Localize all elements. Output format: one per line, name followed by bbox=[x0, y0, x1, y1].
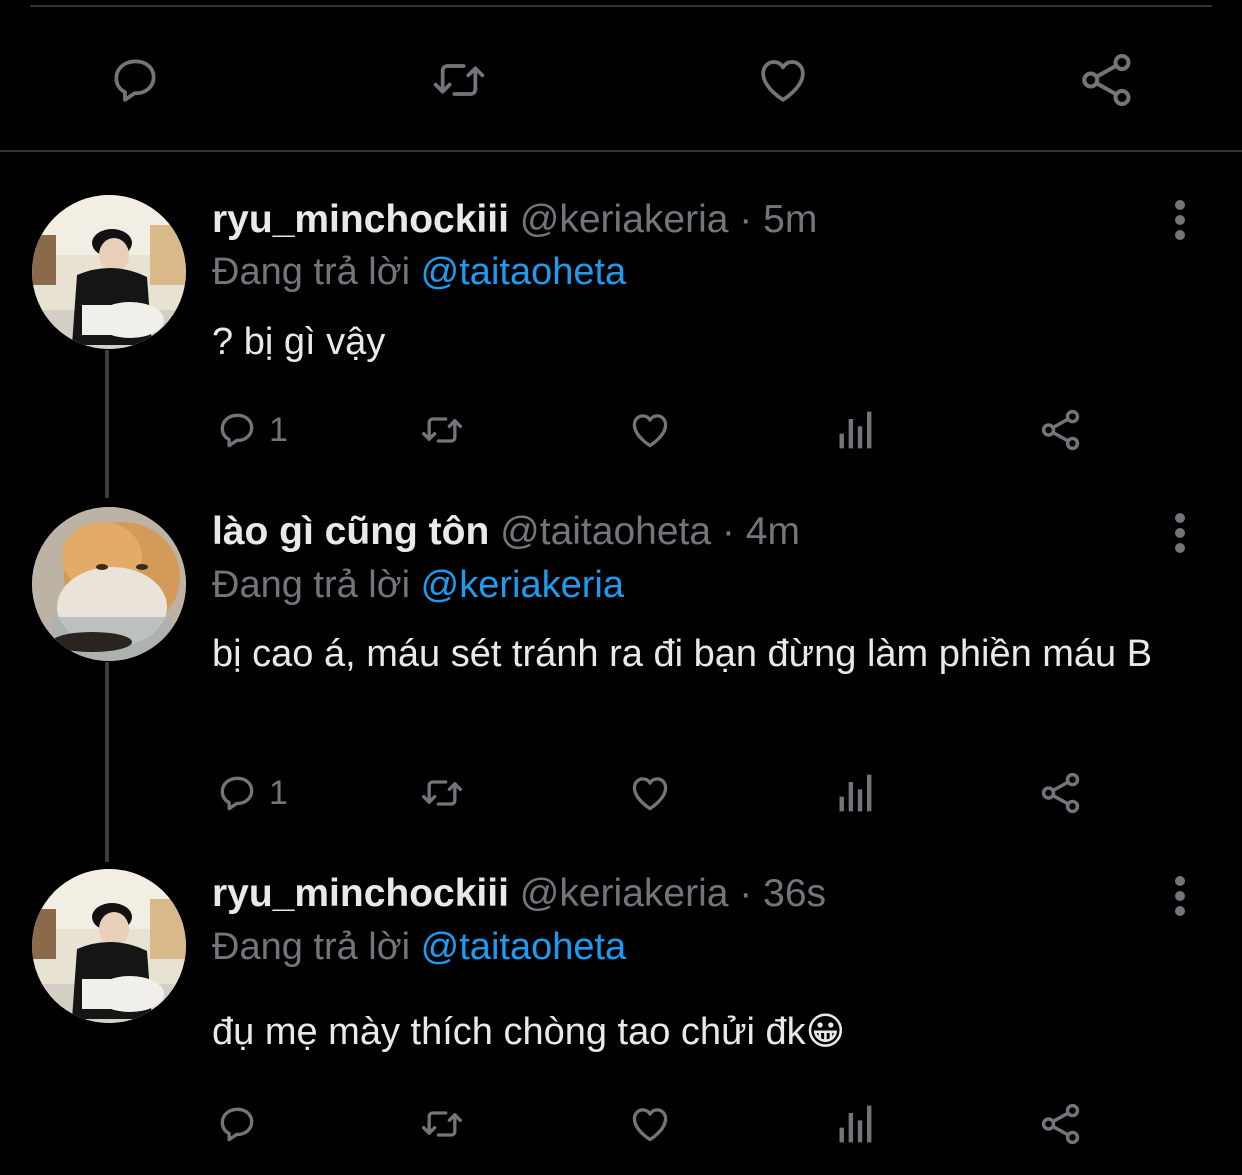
heart-icon bbox=[752, 52, 814, 108]
like-button[interactable] bbox=[625, 1094, 675, 1154]
more-button[interactable] bbox=[1160, 503, 1200, 563]
tweet-text: bị cao á, máu sét tránh ra đi bạn đừng l… bbox=[212, 633, 1153, 675]
avatar[interactable] bbox=[32, 869, 186, 1023]
avatar[interactable] bbox=[32, 507, 186, 661]
analytics-button[interactable] bbox=[834, 400, 878, 460]
tweet-header: lào gì cũng tôn @taitaoheta · 4m bbox=[212, 507, 800, 557]
section-divider bbox=[0, 150, 1242, 152]
retweet-button[interactable] bbox=[414, 1094, 470, 1154]
share-button[interactable] bbox=[1038, 763, 1084, 823]
handle[interactable]: @taitaoheta bbox=[500, 510, 711, 553]
display-name[interactable]: ryu_minchockiii bbox=[212, 198, 509, 241]
more-vertical-icon bbox=[1173, 875, 1187, 917]
share-button[interactable] bbox=[1038, 1094, 1084, 1154]
retweet-icon bbox=[414, 771, 470, 815]
replying-to-mention[interactable]: @taitaoheta bbox=[421, 926, 627, 968]
reply-icon bbox=[213, 408, 261, 452]
analytics-icon bbox=[834, 1102, 878, 1146]
replying-to-mention[interactable]: @taitaoheta bbox=[421, 251, 627, 293]
like-button[interactable] bbox=[625, 763, 675, 823]
analytics-button[interactable] bbox=[834, 763, 878, 823]
separator: · bbox=[721, 510, 735, 553]
like-button[interactable] bbox=[748, 40, 818, 120]
reply-button[interactable] bbox=[213, 1094, 269, 1154]
tweet-header: ryu_minchockiii @keriakeria · 5m bbox=[212, 195, 817, 245]
retweet-button[interactable] bbox=[414, 763, 470, 823]
reply-icon bbox=[213, 1102, 261, 1146]
timestamp[interactable]: 5m bbox=[763, 198, 817, 241]
more-vertical-icon bbox=[1173, 512, 1187, 554]
share-icon bbox=[1038, 1101, 1084, 1147]
reply-button[interactable] bbox=[100, 40, 170, 120]
reply-icon bbox=[105, 52, 165, 108]
timestamp[interactable]: 4m bbox=[746, 510, 800, 553]
separator: · bbox=[739, 198, 753, 241]
replying-to: Đang trả lời @taitaoheta bbox=[212, 922, 626, 972]
thread-line bbox=[105, 662, 109, 862]
tweet-text: ? bị gì vậy bbox=[212, 321, 386, 363]
timestamp[interactable]: 36s bbox=[763, 872, 826, 915]
retweet-button[interactable] bbox=[414, 400, 470, 460]
replying-to-label: Đang trả lời bbox=[212, 926, 411, 968]
reply-button[interactable]: 1 bbox=[213, 400, 288, 460]
share-button[interactable] bbox=[1072, 40, 1142, 120]
handle[interactable]: @keriakeria bbox=[520, 872, 729, 915]
analytics-icon bbox=[834, 408, 878, 452]
retweet-icon bbox=[425, 52, 493, 108]
tweet-actions: 1 bbox=[0, 763, 1242, 823]
tweet-actions: 1 bbox=[0, 400, 1242, 460]
avatar[interactable] bbox=[32, 195, 186, 349]
replying-to: Đang trả lời @keriakeria bbox=[212, 560, 624, 610]
more-vertical-icon bbox=[1173, 199, 1187, 241]
replying-to-mention[interactable]: @keriakeria bbox=[421, 564, 624, 606]
replying-to-label: Đang trả lời bbox=[212, 564, 411, 606]
main-tweet-actions bbox=[0, 40, 1242, 120]
heart-icon bbox=[625, 408, 675, 452]
display-name[interactable]: lào gì cũng tôn bbox=[212, 510, 489, 553]
tweet-text: đụ mẹ mày thích chòng tao chửi đk😀 bbox=[212, 1011, 846, 1053]
display-name[interactable]: ryu_minchockiii bbox=[212, 872, 509, 915]
retweet-icon bbox=[414, 1102, 470, 1146]
share-icon bbox=[1038, 407, 1084, 453]
replying-to: Đang trả lời @taitaoheta bbox=[212, 247, 626, 297]
handle[interactable]: @keriakeria bbox=[520, 198, 729, 241]
analytics-icon bbox=[834, 771, 878, 815]
reply-count: 1 bbox=[269, 410, 288, 449]
replying-to-label: Đang trả lời bbox=[212, 251, 411, 293]
analytics-button[interactable] bbox=[834, 1094, 878, 1154]
heart-icon bbox=[625, 771, 675, 815]
retweet-icon bbox=[414, 408, 470, 452]
more-button[interactable] bbox=[1160, 190, 1200, 250]
reply-icon bbox=[213, 771, 261, 815]
reply-count: 1 bbox=[269, 773, 288, 812]
more-button[interactable] bbox=[1160, 866, 1200, 926]
like-button[interactable] bbox=[625, 400, 675, 460]
tweet-actions bbox=[0, 1094, 1242, 1154]
reply-button[interactable]: 1 bbox=[213, 763, 288, 823]
retweet-button[interactable] bbox=[424, 40, 494, 120]
separator: · bbox=[739, 872, 753, 915]
heart-icon bbox=[625, 1102, 675, 1146]
share-button[interactable] bbox=[1038, 400, 1084, 460]
top-divider bbox=[30, 5, 1212, 7]
share-icon bbox=[1076, 50, 1138, 110]
tweet-header: ryu_minchockiii @keriakeria · 36s bbox=[212, 869, 826, 919]
share-icon bbox=[1038, 770, 1084, 816]
